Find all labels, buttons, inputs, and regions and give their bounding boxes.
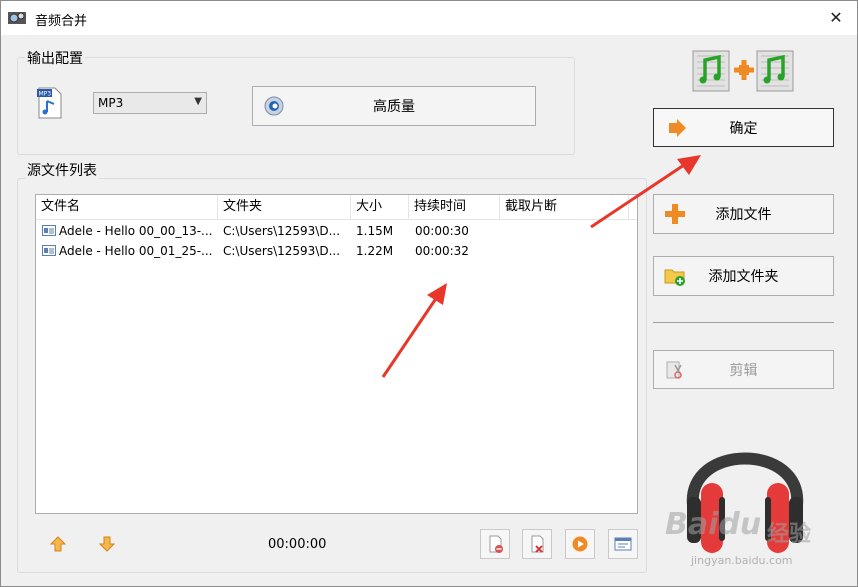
confirm-button[interactable]: 确定 xyxy=(653,108,834,147)
film-reel-icon xyxy=(8,12,26,24)
source-list-label: 源文件列表 xyxy=(25,160,99,180)
cell-size: 1.22M xyxy=(356,244,394,258)
clear-list-icon xyxy=(531,535,544,553)
properties-button[interactable] xyxy=(608,529,638,559)
table-row[interactable]: Adele - Hello 00_00_13-... C:\Users\1259… xyxy=(36,221,637,241)
move-down-icon[interactable] xyxy=(99,536,115,552)
edit-button-label: 剪辑 xyxy=(729,362,758,379)
cell-size: 1.15M xyxy=(356,224,394,238)
watermark-brand: Baidu xyxy=(665,507,762,542)
add-folder-button-label: 添加文件夹 xyxy=(708,269,779,285)
confirm-button-label: 确定 xyxy=(729,120,758,137)
edit-button[interactable]: 剪辑 xyxy=(653,350,834,389)
column-header-folder[interactable]: 文件夹 xyxy=(218,195,351,219)
properties-icon xyxy=(614,537,632,551)
remove-file-button[interactable] xyxy=(480,529,510,559)
annotation-arrow-icon xyxy=(590,155,701,229)
watermark-brand-cn: 经验 xyxy=(767,522,812,547)
side-separator xyxy=(653,322,834,323)
svg-text:MP3: MP3 xyxy=(39,91,52,98)
cell-clip xyxy=(506,241,626,261)
format-select-value: MP3 xyxy=(98,96,124,110)
column-header-name[interactable]: 文件名 xyxy=(36,195,218,219)
cell-name: Adele - Hello 00_00_13-... xyxy=(59,224,213,238)
cell-duration: 00:00:32 xyxy=(415,244,469,258)
chevron-down-icon: ▼ xyxy=(194,96,202,107)
move-up-icon[interactable] xyxy=(50,536,66,552)
annotation-arrow-icon xyxy=(381,283,447,378)
cell-folder: C:\Users\12593\D... xyxy=(223,224,341,238)
file-icon xyxy=(42,225,56,236)
cell-duration: 00:00:30 xyxy=(415,224,469,238)
play-icon xyxy=(572,536,588,552)
watermark-url: jingyan.baidu.com xyxy=(691,554,793,567)
cell-name: Adele - Hello 00_01_25-... xyxy=(59,244,213,258)
play-button[interactable] xyxy=(565,529,595,559)
mp3-file-icon: MP3 xyxy=(37,87,62,119)
app-window: 音频合并 ✕ 输出配置 MP3 MP3 ▼ 高质量 确定 源文件列表 文件名 文… xyxy=(0,0,858,587)
format-select[interactable]: MP3 ▼ xyxy=(93,92,207,114)
cell-folder: C:\Users\12593\D... xyxy=(223,244,341,258)
table-row[interactable]: Adele - Hello 00_01_25-... C:\Users\1259… xyxy=(36,241,637,261)
column-header-size[interactable]: 大小 xyxy=(351,195,409,219)
add-folder-button[interactable]: 添加文件夹 xyxy=(653,256,834,296)
file-list[interactable]: 文件名 文件夹 大小 持续时间 截取片断 Adele - Hello 00_00… xyxy=(35,194,638,514)
quality-button[interactable]: 高质量 xyxy=(252,86,536,126)
window-title: 音频合并 xyxy=(35,14,88,29)
remove-file-icon xyxy=(489,535,503,553)
clear-list-button[interactable] xyxy=(522,529,552,559)
column-header-duration[interactable]: 持续时间 xyxy=(409,195,500,219)
quality-button-label: 高质量 xyxy=(373,99,415,115)
title-bar: 音频合并 ✕ xyxy=(1,1,857,35)
total-time: 00:00:00 xyxy=(268,537,327,552)
merge-audio-icon xyxy=(692,50,794,92)
file-icon xyxy=(42,245,56,256)
output-config-label: 输出配置 xyxy=(25,48,85,68)
file-list-header: 文件名 文件夹 大小 持续时间 截取片断 xyxy=(36,195,637,220)
close-button[interactable]: ✕ xyxy=(825,7,847,29)
